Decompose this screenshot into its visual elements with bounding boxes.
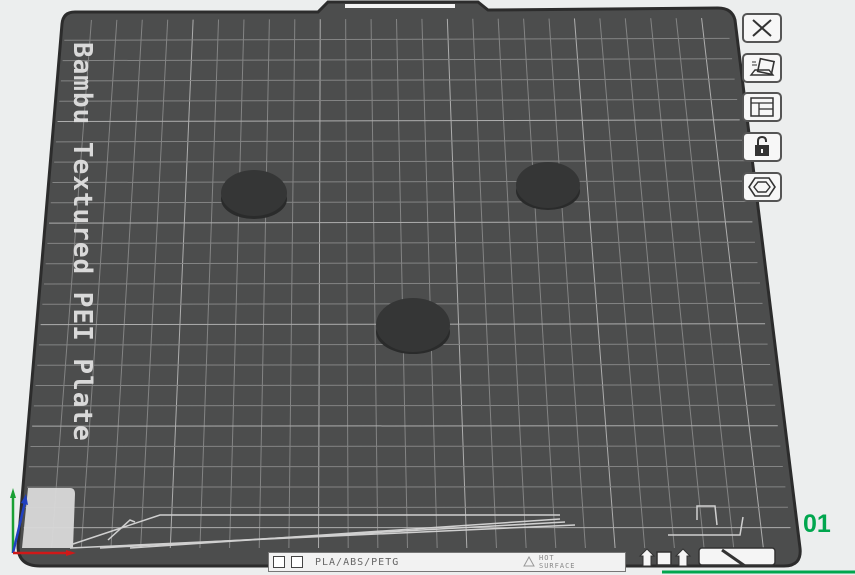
disc-object-3[interactable]	[376, 298, 450, 354]
hot-surface-warning: HOT SURFACE	[539, 554, 576, 570]
supported-materials: PLA/ABS/PETG	[315, 556, 400, 568]
arrange-button[interactable]	[742, 92, 782, 122]
plate-handle	[345, 4, 455, 8]
plate-icon	[291, 556, 303, 568]
arrange-icon	[750, 97, 774, 117]
auto-orient-button[interactable]	[742, 53, 782, 83]
calibration-corner	[22, 488, 75, 548]
close-plate-button[interactable]	[742, 13, 782, 43]
grid-line-h	[33, 404, 776, 407]
build-plate-scene[interactable]	[0, 0, 855, 575]
plate-settings-button[interactable]	[742, 172, 782, 202]
disc-object-2[interactable]	[516, 162, 580, 210]
lock-icon	[755, 136, 769, 156]
plate-type-label: Bambu Textured PEI Plate	[67, 42, 97, 442]
lock-plate-button[interactable]	[742, 132, 782, 162]
grid-line-h	[35, 384, 773, 387]
plate-info-strip: PLA/ABS/PETG HOT SURFACE	[268, 552, 626, 572]
hex-settings-icon	[748, 177, 776, 197]
grid-line-h	[37, 364, 771, 366]
plate-number-label: 01	[803, 510, 831, 538]
close-icon	[752, 19, 772, 37]
disc-object-1[interactable]	[221, 170, 287, 219]
bed-icon	[273, 556, 285, 568]
warning-icon	[523, 556, 535, 567]
orient-icon	[749, 57, 776, 76]
